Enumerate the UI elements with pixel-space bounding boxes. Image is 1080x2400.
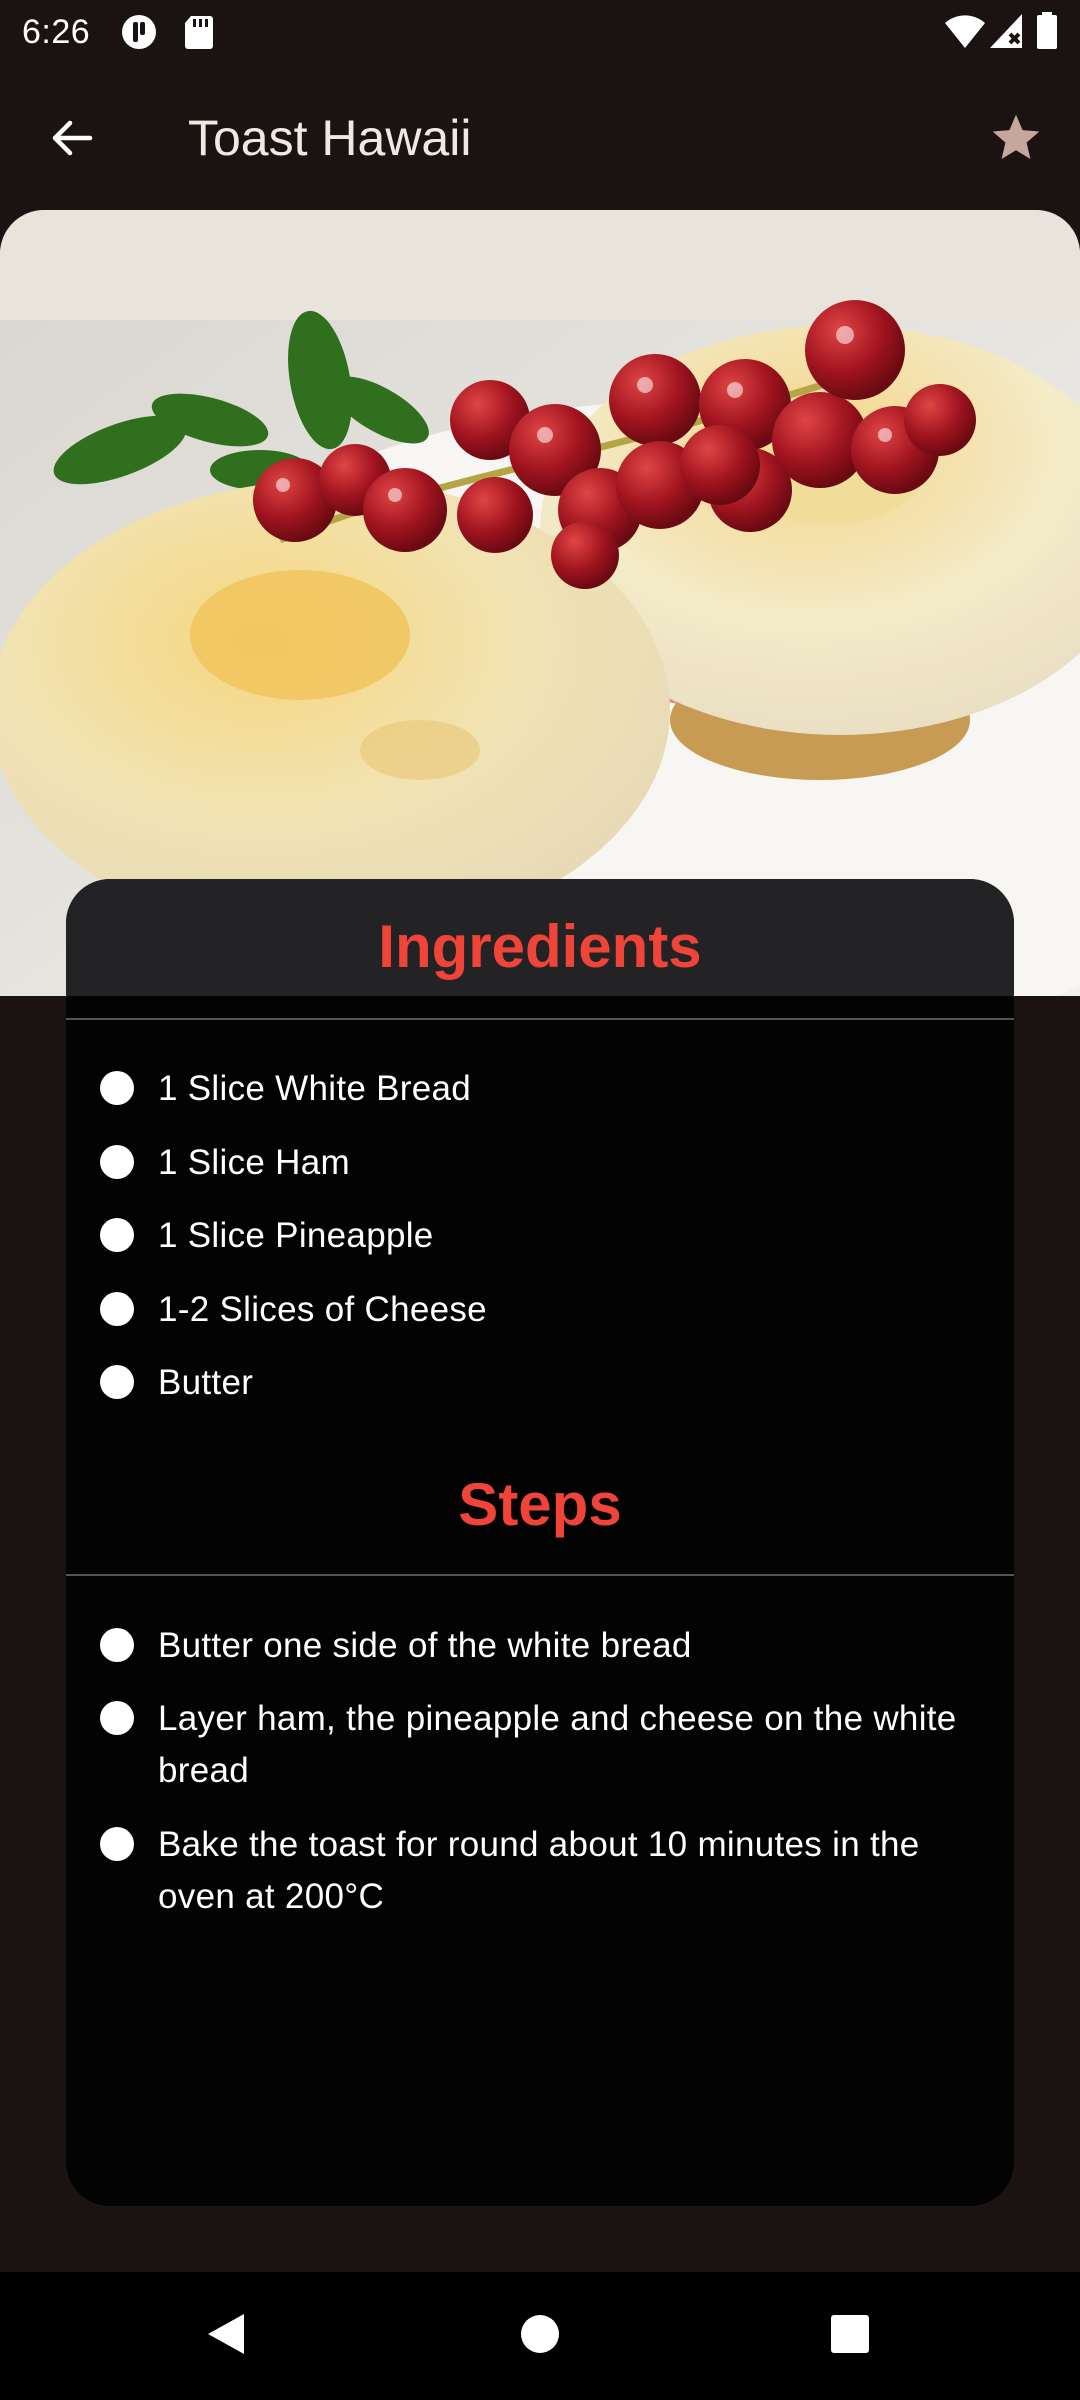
bullet-icon	[100, 1827, 134, 1861]
star-icon	[988, 110, 1044, 171]
recipe-card: Ingredients 1 Slice White Bread 1 Slice …	[66, 879, 1014, 2206]
steps-title: Steps	[458, 1471, 622, 1538]
app-bar: Toast Hawaii	[0, 64, 1080, 210]
bullet-icon	[100, 1628, 134, 1662]
steps-divider	[66, 1574, 1014, 1576]
cell-signal-icon	[988, 12, 1024, 55]
page-title: Toast Hawaii	[188, 110, 472, 166]
back-button[interactable]	[34, 102, 110, 178]
bullet-icon	[100, 1071, 134, 1105]
back-triangle-icon	[204, 2310, 248, 2363]
wifi-icon	[944, 12, 986, 55]
step-text: Layer ham, the pineapple and cheese on t…	[158, 1699, 957, 1790]
sd-card-icon	[184, 14, 214, 55]
home-circle-icon	[519, 2313, 561, 2360]
bullet-icon	[100, 1145, 134, 1179]
status-time: 6:26	[22, 13, 91, 51]
step-text: Butter one side of the white bread	[158, 1626, 692, 1665]
ingredient-text: 1 Slice Ham	[158, 1143, 350, 1182]
nav-home-button[interactable]	[498, 2294, 582, 2378]
nav-back-button[interactable]	[184, 2294, 268, 2378]
ingredients-divider	[66, 1018, 1014, 1020]
bullet-icon	[100, 1701, 134, 1735]
favorite-button[interactable]	[976, 100, 1056, 180]
recents-square-icon	[829, 2313, 871, 2360]
ingredient-text: Butter	[158, 1363, 254, 1402]
step-text: Bake the toast for round about 10 minute…	[158, 1825, 920, 1916]
bullet-icon	[100, 1292, 134, 1326]
arrow-back-icon	[48, 114, 96, 167]
battery-icon	[1036, 12, 1058, 55]
pocket-icon	[120, 14, 158, 55]
bullet-icon	[100, 1365, 134, 1399]
bullet-icon	[100, 1218, 134, 1252]
status-bar: 6:26	[0, 0, 1080, 64]
ingredient-text: 1 Slice White Bread	[158, 1069, 472, 1108]
nav-recents-button[interactable]	[808, 2294, 892, 2378]
system-navigation-bar	[0, 2272, 1080, 2400]
ingredient-text: 1 Slice Pineapple	[158, 1216, 434, 1255]
ingredient-text: 1-2 Slices of Cheese	[158, 1290, 487, 1329]
ingredients-title: Ingredients	[378, 913, 702, 980]
